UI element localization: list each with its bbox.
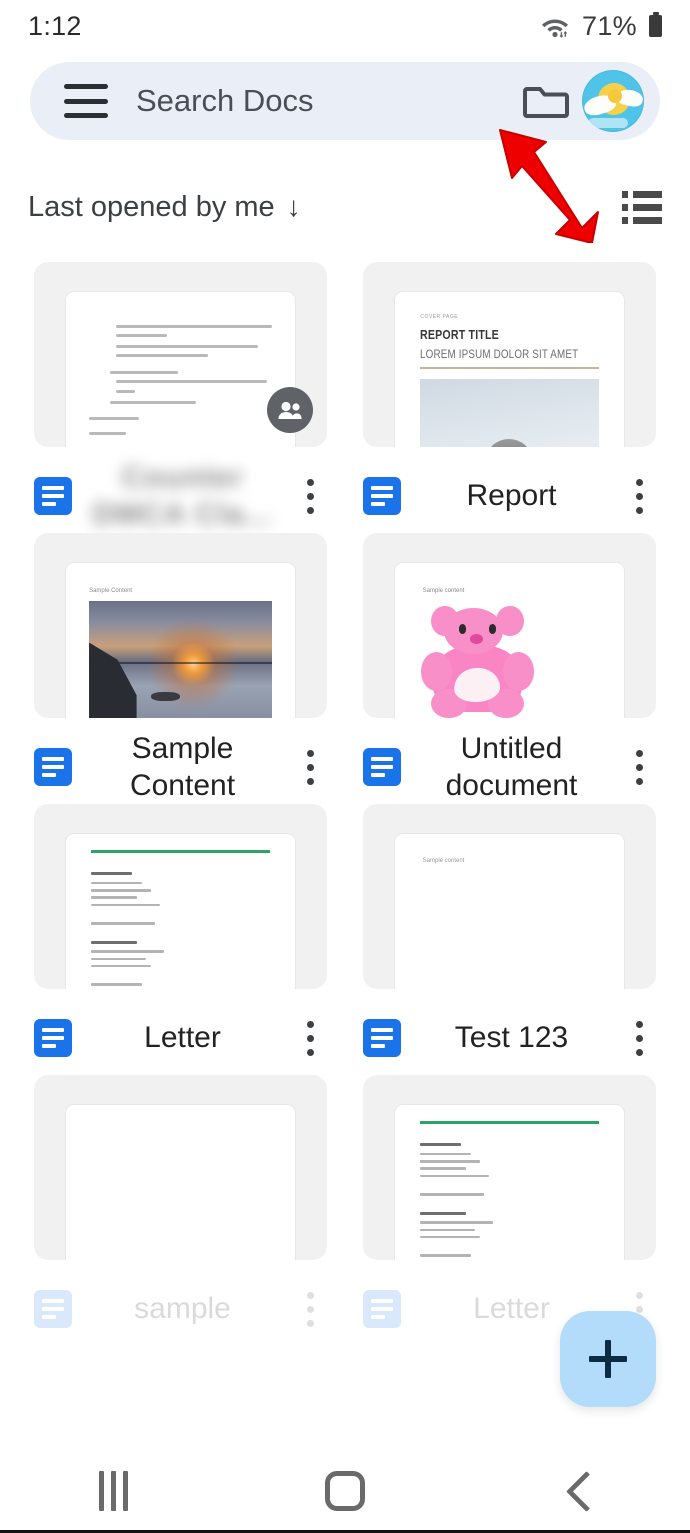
document-title: Test 123 [454,1021,569,1055]
document-card[interactable]: Letter [363,1075,656,1346]
shared-people-icon [267,387,313,433]
search-bar[interactable]: Search Docs [30,62,660,140]
google-docs-icon [363,748,401,786]
status-time: 1:12 [28,10,82,41]
document-thumbnail[interactable]: Sample content [363,533,656,718]
google-docs-icon [34,1019,72,1057]
card-footer: Counter DMCA Cla... [34,459,327,533]
document-title: Letter [144,1021,221,1055]
back-button[interactable] [562,1471,592,1511]
document-thumbnail[interactable] [363,1075,656,1260]
thumb-eyebrow: COVER PAGE [420,313,459,320]
account-avatar[interactable] [582,70,644,132]
thumbnail-page [66,833,295,989]
thumb-photo [420,601,535,718]
document-title: Untitled document [445,731,578,803]
thumbnail-page: COVER PAGE REPORT TITLE LOREM IPSUM DOLO… [395,291,624,447]
home-button[interactable] [324,1471,365,1511]
phone-screen: 1:12 71% Search Docs Last opened by me ↓… [0,0,690,1533]
document-thumbnail[interactable]: Sample content [363,804,656,989]
document-card[interactable]: Sample content Test 123 [363,804,656,1075]
card-footer: Test 123 [363,1001,656,1075]
search-input[interactable]: Search Docs [136,83,518,119]
document-thumbnail[interactable] [34,262,327,447]
document-title: Counter DMCA Cla... [92,460,273,532]
thumbnail-page: Sample content [395,562,624,718]
list-view-icon[interactable] [622,190,662,224]
card-footer: Untitled document [363,730,656,804]
thumbnail-page: Sample Content [66,562,295,718]
google-docs-icon [363,1019,401,1057]
card-footer: sample [34,1272,327,1346]
document-card[interactable]: Sample Content Sample Content [34,533,327,804]
more-options-button[interactable] [293,1291,327,1327]
thumbnail-page [66,291,295,447]
card-footer: Sample Content [34,730,327,804]
thumbnail-page: Sample content [395,833,624,989]
battery-percent: 71% [582,10,637,41]
documents-grid: Counter DMCA Cla... COVER PAGE REPORT TI… [0,262,690,1346]
google-docs-icon [34,748,72,786]
document-title: Sample Content [129,731,236,803]
folder-icon[interactable] [518,73,574,129]
google-docs-icon [34,477,72,515]
thumb-photo [89,601,272,718]
sort-row: Last opened by me ↓ [0,183,690,231]
thumb-label: Sample content [422,857,465,864]
more-options-button[interactable] [293,478,327,514]
status-icons: 71% [540,11,662,42]
plus-icon [605,1340,611,1378]
document-thumbnail[interactable]: COVER PAGE REPORT TITLE LOREM IPSUM DOLO… [363,262,656,447]
recents-button[interactable] [98,1471,128,1511]
thumbnail-page [66,1104,295,1260]
more-options-button[interactable] [622,1020,656,1056]
document-card[interactable]: COVER PAGE REPORT TITLE LOREM IPSUM DOLO… [363,262,656,533]
more-options-button[interactable] [293,1020,327,1056]
battery-icon [649,12,662,37]
card-footer: Report [363,459,656,533]
thumbnail-page [395,1104,624,1260]
document-thumbnail[interactable] [34,1075,327,1260]
sort-button[interactable]: Last opened by me ↓ [28,191,301,224]
document-card[interactable]: Letter [34,804,327,1075]
thumb-heading: REPORT TITLE [420,326,500,342]
document-card[interactable]: Sample content Untitled document [363,533,656,804]
status-bar: 1:12 71% [0,0,690,52]
more-options-button[interactable] [293,749,327,785]
thumb-photo [420,378,599,447]
google-docs-icon [363,1290,401,1328]
document-title: Report [466,479,557,513]
thumb-subheading: LOREM IPSUM DOLOR SIT AMET [420,347,579,362]
document-card[interactable]: sample [34,1075,327,1346]
wifi-icon [542,19,569,38]
document-thumbnail[interactable]: Sample Content [34,533,327,718]
more-options-button[interactable] [622,478,656,514]
google-docs-icon [363,477,401,515]
thumb-label: Sample Content [89,588,133,595]
android-navigation-bar [0,1449,690,1533]
more-options-button[interactable] [622,749,656,785]
sort-label: Last opened by me [28,190,275,223]
create-new-document-button[interactable] [560,1311,656,1407]
thumb-label: Sample content [422,588,465,595]
card-footer: Letter [34,1001,327,1075]
hamburger-menu-icon[interactable] [64,84,108,118]
google-docs-icon [34,1290,72,1328]
document-title: sample [134,1292,231,1326]
sort-direction-icon: ↓ [286,191,301,222]
document-thumbnail[interactable] [34,804,327,989]
document-card[interactable]: Counter DMCA Cla... [34,262,327,533]
